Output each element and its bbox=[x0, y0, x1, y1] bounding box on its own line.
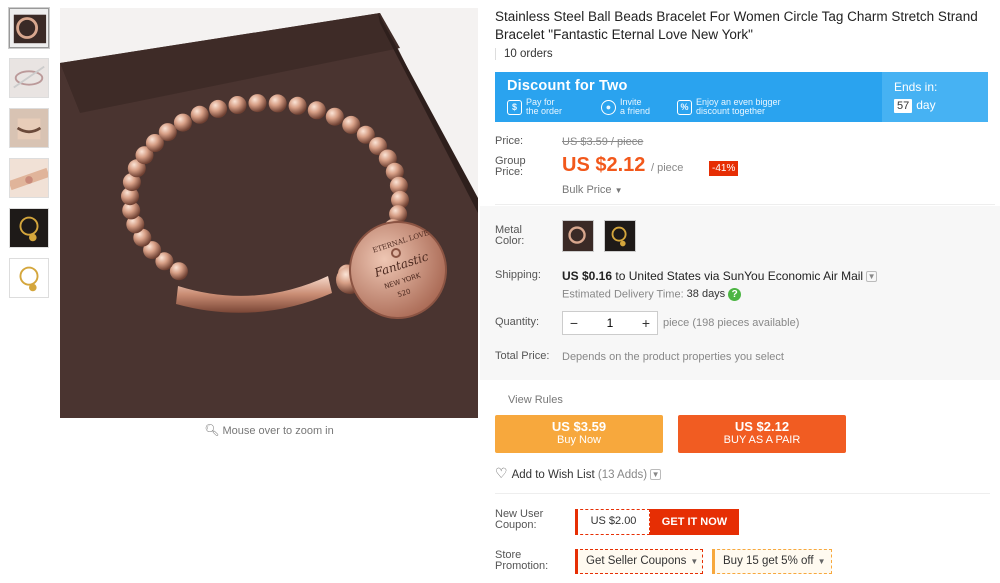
total-price-text: Depends on the product properties you se… bbox=[562, 351, 784, 363]
heart-icon: ♡ bbox=[495, 465, 508, 481]
order-count: 10 orders bbox=[495, 48, 553, 60]
help-icon[interactable]: ? bbox=[728, 288, 742, 301]
buy-as-pair-button[interactable]: US $2.12 BUY AS A PAIR bbox=[678, 415, 846, 453]
view-rules-link[interactable]: View Rules bbox=[508, 394, 563, 406]
chevron-down-icon[interactable]: ▼ bbox=[650, 469, 662, 481]
thumbnail-6[interactable] bbox=[9, 258, 49, 298]
bracelet-bead bbox=[307, 101, 326, 120]
buy-now-button[interactable]: US $3.59 Buy Now bbox=[495, 415, 663, 453]
thumbnail-1[interactable] bbox=[8, 7, 50, 49]
bracelet-bead bbox=[248, 94, 267, 113]
discount-for-two-banner[interactable]: Discount for Two $ Pay for the order ● In… bbox=[495, 72, 988, 122]
product-info-panel: Stainless Steel Ball Beads Bracelet For … bbox=[480, 0, 1000, 583]
bracelet-bead bbox=[288, 96, 307, 115]
magnifier-icon: 🔍︎ bbox=[204, 423, 220, 437]
thumbnail-3[interactable] bbox=[9, 108, 49, 148]
group-price: US $2.12 bbox=[562, 154, 646, 176]
get-it-now-button[interactable]: GET IT NOW bbox=[650, 509, 739, 535]
thumbnail-2[interactable] bbox=[9, 58, 49, 98]
coupon-amount: US $2.00 bbox=[575, 509, 650, 535]
thumbnail-4[interactable] bbox=[9, 158, 49, 198]
bracelet-bead bbox=[158, 123, 177, 142]
wallet-icon: $ bbox=[507, 99, 522, 115]
increase-quantity-button[interactable]: + bbox=[635, 312, 657, 334]
decrease-quantity-button[interactable]: − bbox=[563, 312, 585, 334]
new-user-coupon: US $2.00 GET IT NOW bbox=[575, 509, 739, 535]
swatch-gold[interactable] bbox=[604, 220, 636, 252]
quantity-stepper: − + bbox=[562, 311, 658, 335]
discount-tag-icon: % bbox=[677, 99, 692, 115]
product-title: Stainless Steel Ball Beads Bracelet For … bbox=[495, 9, 978, 42]
divider bbox=[495, 493, 990, 494]
banner-step-invite: ● Invite a friend bbox=[601, 96, 650, 118]
bulk-price-dropdown[interactable]: Bulk Price ▼ bbox=[562, 184, 623, 196]
bracelet-bead bbox=[325, 107, 344, 126]
ends-in-countdown: Ends in: 57 day bbox=[882, 72, 988, 122]
caret-down-icon: ▼ bbox=[817, 557, 826, 566]
shipping-method[interactable]: US $0.16 to United States via SunYou Eco… bbox=[562, 269, 878, 283]
chevron-down-icon[interactable]: ▼ bbox=[866, 271, 878, 283]
main-product-image[interactable]: ETERNAL LOVE Fantastic NEW YORK 520 bbox=[60, 8, 478, 418]
banner-step-enjoy: % Enjoy an even bigger discount together bbox=[677, 96, 781, 118]
thumbnail-5[interactable] bbox=[9, 208, 49, 248]
options-section: Metal Color: Shipping: US $0.16 to United… bbox=[480, 206, 1000, 380]
bracelet-bead bbox=[209, 99, 228, 118]
banner-title: Discount for Two bbox=[507, 78, 628, 94]
discount-badge: -41% bbox=[709, 161, 739, 176]
seller-coupons-dropdown[interactable]: Get Seller Coupons ▼ bbox=[575, 549, 703, 574]
bracelet-bead bbox=[173, 113, 192, 132]
delivery-estimate: Estimated Delivery Time: 38 days? bbox=[562, 288, 742, 301]
caret-down-icon: ▼ bbox=[690, 557, 699, 566]
buy-more-promo-dropdown[interactable]: Buy 15 get 5% off ▼ bbox=[712, 549, 832, 574]
quantity-available: piece (198 pieces available) bbox=[663, 317, 800, 329]
bracelet-bead bbox=[228, 96, 247, 114]
banner-step-pay: $ Pay for the order bbox=[507, 96, 562, 118]
price-section: Price: US $3.59 / piece Group Price: US $… bbox=[495, 126, 995, 205]
thumbnail-list bbox=[8, 7, 51, 308]
zoom-hint: 🔍︎ Mouse over to zoom in bbox=[204, 423, 334, 437]
bracelet-bead bbox=[268, 94, 287, 113]
user-icon: ● bbox=[601, 99, 616, 115]
caret-down-icon: ▼ bbox=[614, 186, 623, 195]
swatch-rose-gold[interactable] bbox=[562, 220, 594, 252]
add-to-wish-list[interactable]: ♡ Add to Wish List (13 Adds) ▼ bbox=[495, 465, 662, 482]
quantity-input[interactable] bbox=[585, 312, 635, 334]
bracelet-bead bbox=[342, 115, 361, 134]
original-price: US $3.59 / piece bbox=[562, 136, 644, 148]
bracelet-bead bbox=[190, 105, 209, 124]
